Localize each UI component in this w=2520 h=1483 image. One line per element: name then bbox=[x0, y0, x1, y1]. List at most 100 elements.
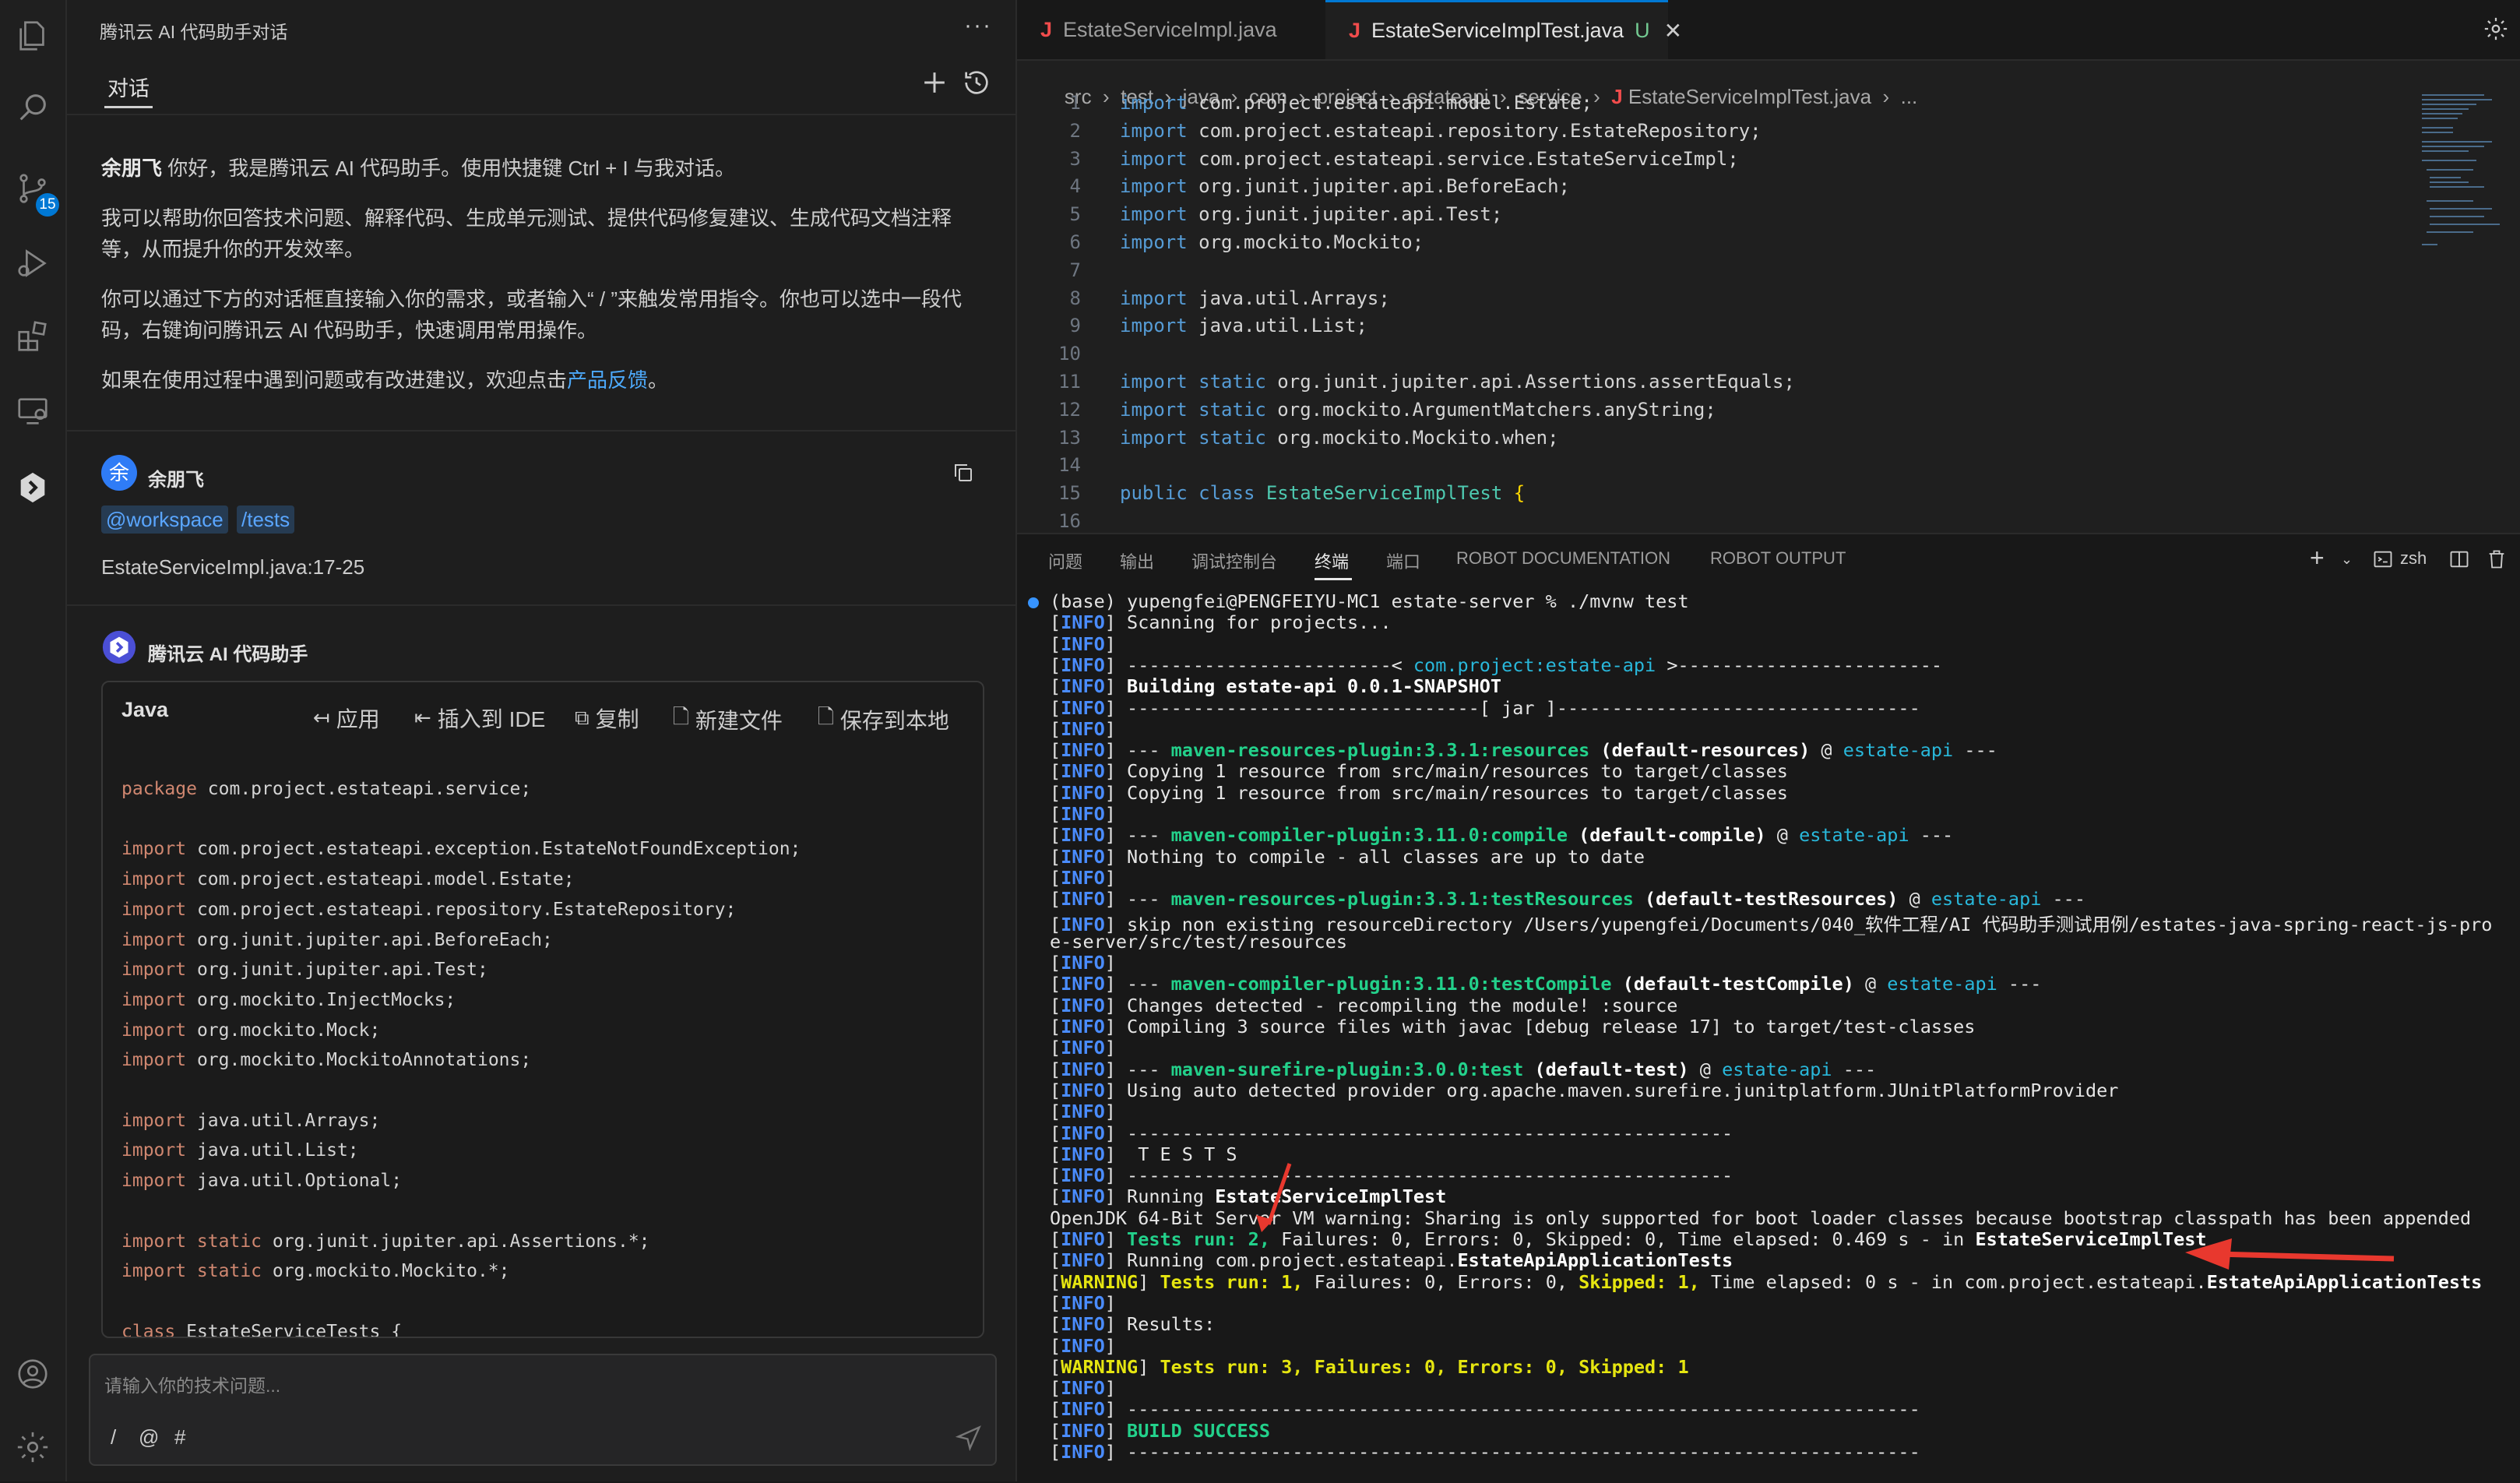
editor-line[interactable]: import static org.junit.jupiter.api.Asse… bbox=[1120, 371, 1795, 393]
minimap[interactable] bbox=[2419, 92, 2504, 255]
terminal-line: [INFO] --- maven-compiler-plugin:3.11.0:… bbox=[1050, 824, 1954, 847]
insert-to-ide-button[interactable]: ⇤ 插入到 IDE bbox=[414, 703, 545, 734]
code-line: class EstateServiceTests { bbox=[121, 1321, 403, 1338]
terminal-line: [INFO] Building estate-api 0.0.1-SNAPSHO… bbox=[1050, 675, 1502, 698]
trash-icon[interactable] bbox=[2486, 548, 2508, 570]
terminal-icon bbox=[2374, 551, 2392, 568]
tab-output[interactable]: 输出 bbox=[1120, 548, 1154, 573]
tab-chat[interactable]: 对话 bbox=[107, 72, 150, 102]
editor-line[interactable]: import static org.mockito.ArgumentMatche… bbox=[1120, 399, 1716, 421]
tab-robot-output[interactable]: ROBOT OUTPUT bbox=[1710, 548, 1846, 569]
code-line: import com.project.estateapi.model.Estat… bbox=[121, 869, 575, 890]
history-icon[interactable] bbox=[961, 67, 992, 98]
terminal-line: [INFO] bbox=[1050, 717, 1128, 740]
terminal-line: [INFO] --- maven-surefire-plugin:3.0.0:t… bbox=[1050, 1058, 1877, 1080]
explorer-icon[interactable] bbox=[0, 3, 65, 69]
new-terminal-plus-icon[interactable]: + bbox=[2310, 544, 2325, 572]
welcome-capabilities: 我可以帮助你回答技术问题、解释代码、生成单元测试、提供代码修复建议、生成代码文档… bbox=[101, 206, 952, 261]
tab-terminal[interactable]: 终端 bbox=[1315, 548, 1349, 573]
slash-command-button[interactable]: / bbox=[111, 1425, 116, 1450]
settings-gear-icon[interactable] bbox=[0, 1414, 65, 1480]
editor-line[interactable]: import java.util.List; bbox=[1120, 315, 1367, 336]
split-terminal-icon[interactable] bbox=[2448, 548, 2470, 570]
new-file-button[interactable]: 🗋 新建文件 bbox=[673, 703, 783, 737]
terminal-line: e-server/src/test/resources bbox=[1050, 930, 1348, 953]
more-actions-button[interactable]: ··· bbox=[964, 12, 992, 39]
code-line: import java.util.List; bbox=[121, 1140, 359, 1161]
bottom-panel: 问题 输出 调试控制台 终端 端口 ROBOT DOCUMENTATION RO… bbox=[1017, 533, 2520, 1483]
editor-line[interactable]: import static org.mockito.Mockito.when; bbox=[1120, 427, 1559, 449]
remote-explorer-icon[interactable] bbox=[0, 379, 65, 444]
terminal-line: [INFO] Using auto detected provider org.… bbox=[1050, 1079, 2119, 1101]
copy-message-icon[interactable] bbox=[952, 461, 975, 484]
terminal-line: [INFO] Nothing to compile - all classes … bbox=[1050, 845, 1645, 868]
terminal-line: [INFO] Copying 1 resource from src/main/… bbox=[1050, 781, 1788, 804]
product-feedback-link[interactable]: 产品反馈 bbox=[567, 368, 648, 392]
run-debug-icon[interactable] bbox=[0, 231, 65, 296]
chat-input-placeholder: 请输入你的技术问题... bbox=[104, 1376, 281, 1396]
workspace-tag[interactable]: @workspace bbox=[101, 505, 228, 534]
apply-button[interactable]: ↤ 应用 bbox=[313, 703, 380, 734]
account-icon[interactable] bbox=[0, 1341, 65, 1407]
close-tab-icon[interactable]: ✕ bbox=[1664, 18, 1682, 44]
source-control-icon[interactable]: 15 bbox=[0, 156, 65, 221]
save-local-button[interactable]: 🗋 保存到本地 bbox=[818, 703, 949, 737]
tab-debug-console[interactable]: 调试控制台 bbox=[1191, 548, 1277, 573]
editor-line[interactable]: import org.junit.jupiter.api.Test; bbox=[1120, 203, 1502, 225]
welcome-feedback: 如果在使用过程中遇到问题或有改进建议，欢迎点击产品反馈。 bbox=[101, 368, 669, 392]
shell-name[interactable]: zsh bbox=[2400, 548, 2427, 569]
editor-line[interactable]: public class EstateServiceImplTest { bbox=[1120, 482, 1525, 504]
settings-icon[interactable] bbox=[2483, 16, 2509, 42]
terminal-line: [INFO] --- maven-resources-plugin:3.3.1:… bbox=[1050, 739, 1997, 762]
copy-code-button[interactable]: ⧉ 复制 bbox=[575, 703, 639, 734]
activity-bar: 15 bbox=[0, 0, 67, 1481]
tab-robot-documentation[interactable]: ROBOT DOCUMENTATION bbox=[1456, 548, 1670, 569]
terminal-line: [INFO] --------------------------------[… bbox=[1050, 696, 1920, 719]
line-number: 9 bbox=[1069, 315, 1081, 337]
new-chat-plus-icon[interactable] bbox=[917, 65, 952, 100]
line-number: 2 bbox=[1069, 119, 1081, 142]
message-divider bbox=[67, 604, 1015, 606]
editor-line[interactable]: import org.mockito.Mockito; bbox=[1120, 231, 1424, 253]
editor-line[interactable]: import com.project.estateapi.model.Estat… bbox=[1120, 92, 1593, 114]
code-line: package com.project.estateapi.service; bbox=[121, 779, 532, 799]
chevron-down-icon[interactable]: ⌄ bbox=[2341, 551, 2353, 568]
apply-icon: ↤ bbox=[313, 706, 330, 730]
reference-button[interactable]: # bbox=[174, 1425, 185, 1450]
search-icon[interactable] bbox=[0, 75, 65, 140]
terminal-line: [INFO] bbox=[1050, 952, 1128, 974]
user-name: 余朋飞 bbox=[148, 470, 204, 491]
editor-line[interactable]: import com.project.estateapi.repository.… bbox=[1120, 120, 1762, 142]
editor-line[interactable]: import java.util.Arrays; bbox=[1120, 287, 1390, 309]
extensions-icon[interactable] bbox=[0, 304, 65, 369]
editor-line[interactable]: import org.junit.jupiter.api.BeforeEach; bbox=[1120, 175, 1570, 197]
terminal-line: [INFO] BUILD SUCCESS bbox=[1050, 1419, 1270, 1442]
line-number: 12 bbox=[1058, 398, 1081, 421]
terminal-line: [INFO] Running com.project.estateapi.Est… bbox=[1050, 1249, 1733, 1272]
code-line: import static org.mockito.Mockito.*; bbox=[121, 1261, 510, 1282]
tab-estateserviceimpl[interactable]: J EstateServiceImpl.java bbox=[1017, 0, 1322, 59]
tab-problems[interactable]: 问题 bbox=[1048, 548, 1082, 573]
welcome-usage: 你可以通过下方的对话框直接输入你的需求，或者输入“ / ”来触发常用指令。你也可… bbox=[101, 287, 962, 342]
send-icon[interactable] bbox=[955, 1424, 983, 1452]
tencent-ai-assistant-icon[interactable] bbox=[0, 455, 65, 520]
terminal-line: [INFO] bbox=[1050, 1291, 1128, 1314]
tests-command-tag[interactable]: /tests bbox=[237, 505, 295, 534]
java-file-icon: J bbox=[1349, 19, 1361, 42]
terminal-line: [INFO] bbox=[1050, 1334, 1128, 1357]
code-line: import com.project.estateapi.exception.E… bbox=[121, 839, 801, 860]
tab-estateserviceimpltest[interactable]: J EstateServiceImplTest.java U ✕ bbox=[1325, 0, 1682, 59]
code-line: import org.junit.jupiter.api.Test; bbox=[121, 960, 488, 981]
chat-input[interactable]: 请输入你的技术问题... / @ # bbox=[89, 1354, 997, 1466]
code-line: import org.mockito.MockitoAnnotations; bbox=[121, 1050, 532, 1071]
terminal-line: [INFO] Copying 1 resource from src/main/… bbox=[1050, 760, 1788, 783]
terminal-line: OpenJDK 64-Bit Server VM warning: Sharin… bbox=[1050, 1206, 2472, 1229]
line-number: 13 bbox=[1058, 426, 1081, 449]
line-number: 5 bbox=[1069, 203, 1081, 226]
terminal-line: [INFO] bbox=[1050, 866, 1128, 889]
mention-button[interactable]: @ bbox=[139, 1425, 159, 1450]
editor-line[interactable]: import com.project.estateapi.service.Est… bbox=[1120, 148, 1739, 170]
code-line: import static org.junit.jupiter.api.Asse… bbox=[121, 1231, 650, 1252]
breadcrumb[interactable]: src › test › java › com › project › esta… bbox=[1042, 61, 1917, 108]
tab-ports[interactable]: 端口 bbox=[1386, 548, 1420, 573]
